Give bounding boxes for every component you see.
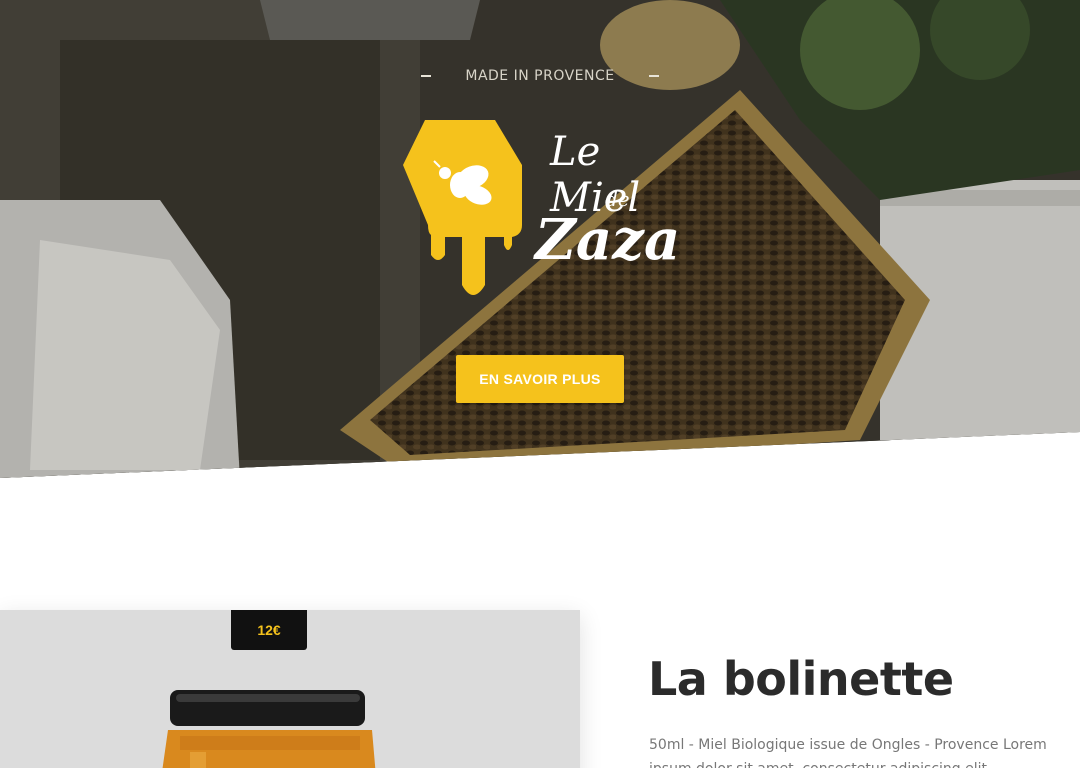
honey-jar-image bbox=[162, 690, 376, 768]
price-badge: 12€ bbox=[231, 610, 307, 650]
tagline-text: MADE IN PROVENCE bbox=[465, 68, 615, 84]
product-title: La bolinette bbox=[648, 652, 954, 706]
honey-drip-bee-icon bbox=[403, 120, 522, 295]
brand-logo[interactable]: Le Miel de Zaza bbox=[400, 115, 680, 305]
product-description: 50ml - Miel Biologique issue de Ongles -… bbox=[649, 737, 1047, 768]
dash-decoration bbox=[421, 75, 432, 77]
logo-text-zaza: Zaza bbox=[535, 207, 681, 273]
hero-banner: MADE IN PROVENCE Le Miel de Zaza EN SAVO… bbox=[0, 0, 1080, 478]
hero-tagline: MADE IN PROVENCE bbox=[0, 68, 1080, 84]
dash-decoration bbox=[648, 75, 659, 77]
learn-more-button[interactable]: EN SAVOIR PLUS bbox=[456, 355, 624, 403]
